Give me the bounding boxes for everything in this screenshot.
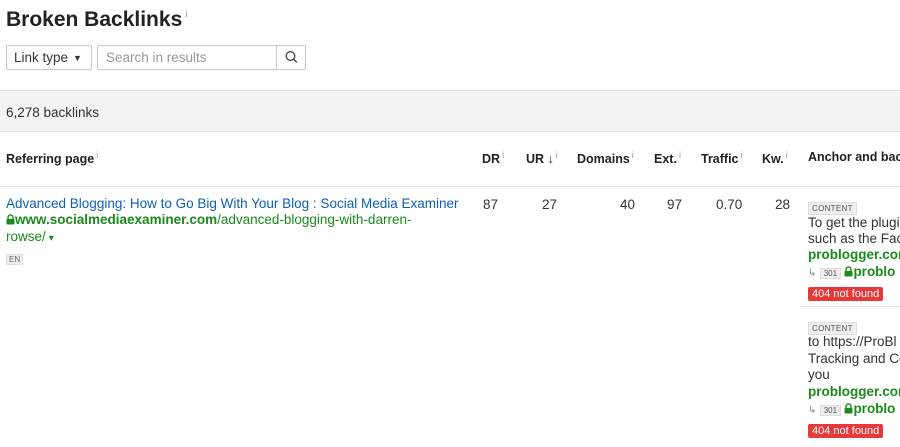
info-icon[interactable]: i — [556, 150, 558, 160]
info-icon[interactable]: i — [741, 150, 743, 160]
info-icon[interactable]: i — [679, 150, 681, 160]
url-path-2: rowse/ — [6, 229, 46, 244]
header-label: Referring page — [6, 152, 95, 166]
anchor-text: you — [808, 367, 830, 382]
header-label: Kw. — [762, 152, 784, 166]
search-icon — [285, 51, 298, 63]
url-dropdown-caret-icon[interactable]: ▾ — [49, 233, 54, 244]
link-type-label: Link type — [14, 50, 69, 65]
ext-value: 97 — [667, 197, 683, 212]
column-header-anchor[interactable]: Anchor and bac — [808, 150, 900, 164]
redirect-chain[interactable]: ↳ 301 problo — [808, 401, 895, 416]
title-info-icon[interactable]: i — [185, 9, 187, 20]
sort-desc-icon: ↓ — [547, 152, 554, 166]
traffic-value: 0.70 — [716, 197, 743, 212]
search-input[interactable] — [98, 46, 276, 69]
column-header-ext[interactable]: Ext. i — [654, 150, 681, 166]
target-domain-link[interactable]: problogger.com — [808, 247, 900, 262]
link-type-dropdown[interactable]: Link type ▼ — [6, 45, 92, 70]
redirect-domain: problo — [853, 401, 896, 416]
redirect-code-badge: 301 — [819, 405, 842, 416]
column-header-dr[interactable]: DR i — [482, 150, 504, 166]
column-header-kw[interactable]: Kw. i — [762, 150, 788, 166]
status-badge-404: 404 not found — [808, 424, 884, 438]
header-label: UR — [526, 152, 545, 166]
redirect-code-badge: 301 — [819, 268, 842, 279]
ur-value: 27 — [542, 197, 558, 212]
anchor-text: To get the plugi — [808, 215, 900, 230]
header-label: DR — [482, 152, 501, 166]
header-label: Domains — [577, 152, 630, 166]
column-header-referring-page[interactable]: Referring page i — [6, 150, 98, 166]
header-label: Ext. — [654, 152, 677, 166]
redirect-arrow-icon: ↳ — [808, 268, 817, 279]
url-path-continued[interactable]: rowse/▾ — [6, 229, 54, 244]
anchor-text: to https://ProBl — [808, 334, 897, 349]
anchor-link[interactable]: Tracking and Co — [808, 351, 900, 366]
status-badge-404: 404 not found — [808, 287, 884, 301]
backlinks-count: 6,278 backlinks — [6, 105, 100, 120]
dr-value: 87 — [483, 197, 499, 212]
language-badge: EN — [6, 254, 24, 265]
page-title-text: Broken Backlinks — [6, 8, 183, 31]
column-header-ur[interactable]: UR ↓ i — [526, 150, 558, 166]
url-domain: www.socialmediaexaminer.com — [15, 212, 218, 227]
info-icon[interactable]: i — [502, 150, 504, 160]
url-path: /advanced-blogging-with-darren- — [217, 212, 412, 227]
target-domain-link[interactable]: problogger.com — [808, 384, 900, 399]
column-header-traffic[interactable]: Traffic i — [701, 150, 743, 166]
info-icon[interactable]: i — [632, 150, 634, 160]
anchor-divider — [800, 306, 900, 307]
keywords-value-link[interactable]: 28 — [775, 197, 790, 212]
redirect-arrow-icon: ↳ — [808, 405, 817, 416]
redirect-chain[interactable]: ↳ 301 problo — [808, 264, 895, 279]
info-icon[interactable]: i — [96, 150, 98, 160]
column-header-domains[interactable]: Domains i — [577, 150, 634, 166]
domains-value-link[interactable]: 40 — [620, 197, 635, 212]
caret-down-icon: ▼ — [73, 53, 82, 63]
results-summary-bar: 6,278 backlinks — [0, 90, 900, 132]
header-label: Traffic — [701, 152, 739, 166]
header-label: Anchor and bac — [808, 150, 900, 164]
anchor-text: such as the Fac — [808, 231, 900, 246]
info-icon[interactable]: i — [786, 150, 788, 160]
search-box — [97, 45, 306, 70]
page-title: Broken Backlinks i — [6, 8, 187, 32]
search-button[interactable] — [276, 46, 305, 69]
referring-page-url[interactable]: www.socialmediaexaminer.com/advanced-blo… — [6, 212, 411, 227]
referring-page-title-link[interactable]: Advanced Blogging: How to Go Big With Yo… — [6, 196, 459, 211]
header-divider — [0, 186, 900, 187]
redirect-domain: problo — [853, 264, 896, 279]
content-tag: CONTENT — [808, 202, 857, 215]
lock-icon — [6, 214, 15, 225]
